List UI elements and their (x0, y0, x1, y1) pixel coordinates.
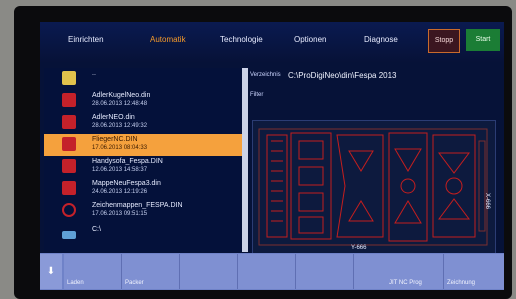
file-icon (62, 115, 76, 129)
file-row[interactable]: AdlerNEO.din 28.06.2013 12:49:32 (44, 112, 242, 134)
file-name: AdlerNEO.din (92, 114, 135, 121)
file-row[interactable]: Zeichenmappen_FESPA.DIN 17.06.2013 09:51… (44, 200, 242, 222)
stop-button[interactable]: Stopp (428, 29, 460, 53)
file-list-scrollbar[interactable] (242, 68, 248, 252)
file-date: 28.06.2013 12:48:48 (92, 101, 148, 107)
menu-technologie[interactable]: Technologie (220, 35, 263, 44)
directory-info: Verzeichnis C:\ProDigiNeo\din\Fespa 2013… (250, 68, 500, 114)
file-icon (62, 137, 76, 151)
menu-diagnose[interactable]: Diagnose (364, 35, 398, 44)
load-button[interactable]: Laden (64, 254, 122, 289)
menu-optionen[interactable]: Optionen (294, 35, 326, 44)
file-name: FliegerNC.DIN (92, 136, 138, 143)
file-icon (62, 159, 76, 173)
bottom-toolbar: ⬇ Laden Packer JIT NC Prog Zeichnung (40, 253, 504, 290)
file-row-selected[interactable]: FliegerNC.DIN 17.06.2013 08:04:33 (44, 134, 242, 156)
empty-button[interactable] (296, 254, 354, 289)
directory-path: C:\ProDigiNeo\din\Fespa 2013 (288, 71, 397, 80)
file-row[interactable]: AdlerKugelNeo.din 28.06.2013 12:48:48 (44, 90, 242, 112)
file-date: 28.06.2013 12:49:32 (92, 123, 148, 129)
file-name: C:\ (92, 226, 101, 233)
preview-y-label: X-666 (484, 193, 490, 210)
file-name: AdlerKugelNeo.din (92, 92, 151, 99)
drawing-button[interactable]: Zeichnung (444, 254, 504, 289)
cut-drawing: Y-666 X-666 (258, 128, 490, 251)
toolbar-label: Zeichnung (447, 280, 476, 286)
toolbar-label: Packer (125, 280, 144, 286)
file-row[interactable]: MappeNeuFespa3.din 24.06.2013 12:19:26 (44, 178, 242, 200)
menu-einrichten[interactable]: Einrichten (68, 35, 104, 44)
packer-button[interactable]: Packer (122, 254, 180, 289)
arrow-down-icon[interactable]: ⬇ (40, 254, 62, 289)
file-name: MappeNeuFespa3.din (92, 180, 161, 187)
filter-label: Filter (250, 92, 264, 98)
drive-icon (62, 231, 76, 239)
file-name: .. (92, 70, 96, 77)
jit-nc-prog-button[interactable]: JIT NC Prog (386, 254, 444, 289)
directory-label: Verzeichnis (250, 72, 281, 78)
file-row[interactable]: Handysofa_Fespa.DIN 12.06.2013 14:58:37 (44, 156, 242, 178)
empty-button[interactable] (238, 254, 296, 289)
file-name: Handysofa_Fespa.DIN (92, 158, 163, 165)
start-button[interactable]: Start (466, 29, 500, 51)
file-list: .. AdlerKugelNeo.din 28.06.2013 12:48:48… (44, 68, 242, 252)
file-icon (62, 93, 76, 107)
file-row-parent[interactable]: .. (44, 68, 242, 90)
link-icon (62, 203, 76, 217)
file-icon (62, 181, 76, 195)
file-date: 17.06.2013 08:04:33 (92, 145, 148, 151)
preview-x-label: Y-666 (351, 245, 367, 251)
toolbar-label: Laden (67, 280, 84, 286)
empty-button[interactable] (180, 254, 238, 289)
file-row-drive[interactable]: C:\ (44, 224, 242, 246)
menu-automatik[interactable]: Automatik (150, 35, 186, 44)
file-name: Zeichenmappen_FESPA.DIN (92, 202, 183, 209)
folder-up-icon (62, 71, 76, 85)
top-menu-bar: Einrichten Automatik Technologie Optione… (40, 22, 504, 62)
hmi-screen: Einrichten Automatik Technologie Optione… (40, 22, 504, 290)
file-date: 12.06.2013 14:58:37 (92, 167, 148, 173)
toolbar-label: JIT NC Prog (389, 280, 422, 286)
file-date: 24.06.2013 12:19:26 (92, 189, 148, 195)
cut-preview: Y-666 X-666 (252, 120, 496, 254)
file-date: 17.06.2013 09:51:15 (92, 211, 148, 217)
